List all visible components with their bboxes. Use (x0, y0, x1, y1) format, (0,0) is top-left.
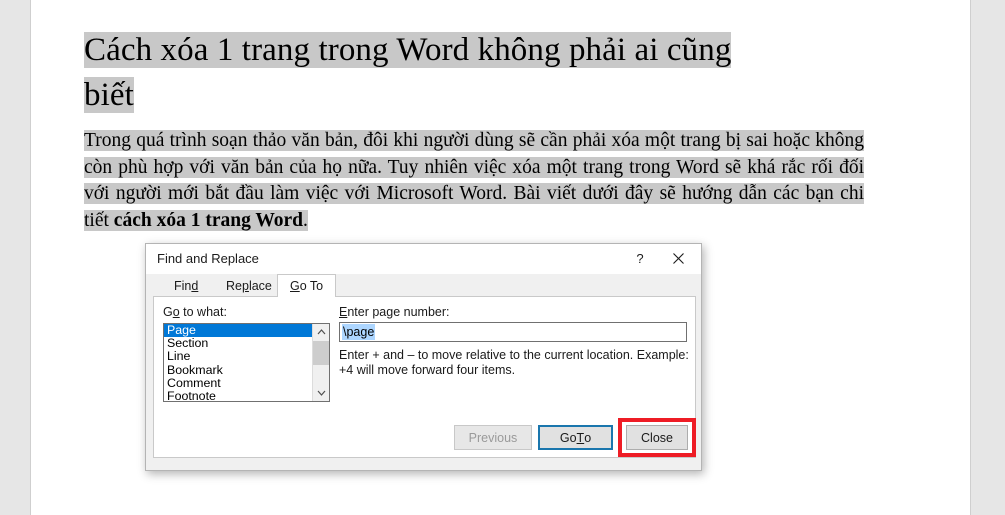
dialog-content-panel: Go to what: Page Section Line Bookmark C… (153, 296, 696, 458)
tab-find[interactable]: Find (162, 276, 210, 296)
dialog-title: Find and Replace (157, 251, 259, 266)
document-title-line2: biết (84, 77, 134, 113)
find-and-replace-dialog: Find and Replace ? Find Replace Go To Go… (145, 243, 702, 471)
dialog-titlebar: Find and Replace ? (146, 244, 701, 275)
enter-page-number-label: Enter page number: (339, 305, 450, 319)
tab-find-label-pre: Fin (174, 279, 192, 293)
go-to-button-label-accel: T (576, 430, 585, 445)
go-to-what-listbox[interactable]: Page Section Line Bookmark Comment Footn… (163, 323, 330, 402)
document-title: Cách xóa 1 trang trong Word không phải a… (84, 28, 864, 118)
page-number-input[interactable] (339, 322, 687, 342)
go-to-what-label-post: to what: (179, 305, 227, 319)
go-to-button-label-post: o (584, 430, 592, 445)
dialog-tabs: Find Replace Go To (146, 274, 701, 297)
close-icon[interactable] (661, 244, 695, 273)
help-icon[interactable]: ? (623, 244, 657, 273)
go-to-what-list-items: Page Section Line Bookmark Comment Footn… (164, 324, 312, 401)
tab-replace-label-pre: Re (226, 279, 242, 293)
tab-replace-label-accel: p (241, 279, 249, 293)
list-item[interactable]: Footnote (164, 389, 312, 401)
document-body: Cách xóa 1 trang trong Word không phải a… (84, 28, 864, 234)
tab-find-label-accel: d (191, 279, 199, 293)
paragraph-text-part2: . (303, 209, 308, 231)
close-button[interactable]: Close (626, 425, 688, 450)
scrollbar-thumb[interactable] (313, 341, 329, 365)
tab-replace-label-post: lace (248, 279, 272, 293)
enter-page-number-label-post: nter page number: (347, 305, 450, 319)
go-to-what-label-pre: G (163, 305, 173, 319)
document-title-line1: Cách xóa 1 trang trong Word không phải a… (84, 32, 732, 68)
chevron-up-icon[interactable] (313, 324, 329, 340)
list-item[interactable]: Comment (164, 376, 312, 390)
list-item[interactable]: Bookmark (164, 363, 312, 377)
go-to-what-label: Go to what: (163, 305, 227, 319)
paragraph-text-bold: cách xóa 1 trang Word (113, 209, 304, 231)
listbox-scrollbar[interactable] (312, 324, 329, 401)
page-number-hint: Enter + and – to move relative to the cu… (339, 348, 689, 377)
go-to-button-label-pre: Go (559, 430, 577, 445)
tab-go-to-label-post: o To (299, 279, 324, 293)
document-paragraph: Trong quá trình soạn thảo văn bản, đôi k… (84, 128, 864, 234)
go-to-what-label-accel: o (172, 305, 180, 319)
list-item[interactable]: Line (164, 350, 312, 363)
previous-button[interactable]: Previous (454, 425, 532, 450)
tab-go-to[interactable]: Go To (277, 274, 337, 297)
page-gutter-right (971, 0, 1005, 515)
tab-go-to-label-accel: G (290, 279, 300, 293)
tab-replace[interactable]: Replace (214, 276, 284, 296)
go-to-button[interactable]: Go To (538, 425, 613, 450)
page-gutter-left (0, 0, 30, 515)
chevron-down-icon[interactable] (313, 385, 329, 401)
